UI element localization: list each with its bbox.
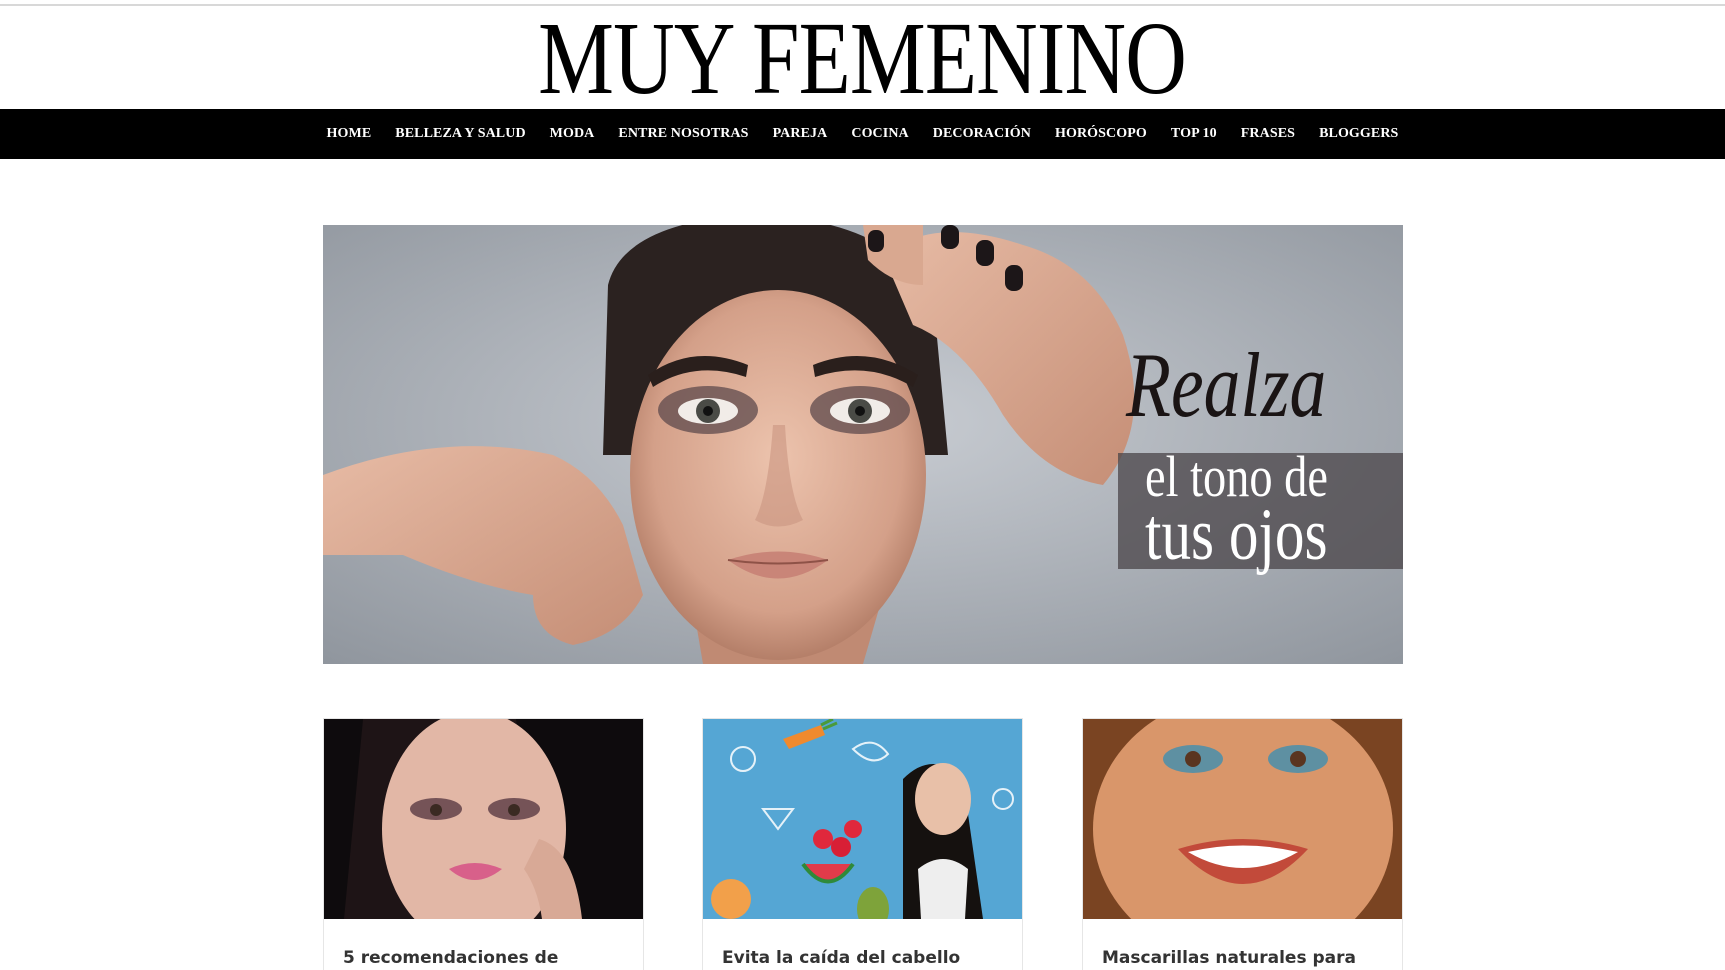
article-card[interactable]: Evita la caída del cabello [702,718,1023,970]
nav-item-top-10[interactable]: TOP 10 [1159,126,1229,142]
article-card[interactable]: 5 recomendaciones de [323,718,644,970]
article-title[interactable]: Mascarillas naturales para [1102,947,1382,969]
nav-item-horoscopo[interactable]: HORÓSCOPO [1043,126,1159,142]
nav-item-frases[interactable]: FRASES [1229,126,1307,142]
site-header: MUY FEMENINO [0,6,1725,111]
hero-line-2: tus ojos [1145,494,1328,576]
nav-item-home[interactable]: HOME [315,126,384,142]
article-card[interactable]: Mascarillas naturales para [1082,718,1403,970]
nav-item-decoracion[interactable]: DECORACIÓN [921,126,1043,142]
site-logo[interactable]: MUY FEMENINO [539,7,1188,111]
nav-menu: HOME BELLEZA Y SALUD MODA ENTRE NOSOTRAS… [0,109,1725,159]
nav-item-entre-nosotras[interactable]: ENTRE NOSOTRAS [606,126,760,142]
nav-item-belleza-y-salud[interactable]: BELLEZA Y SALUD [383,126,537,142]
nav-item-pareja[interactable]: PAREJA [761,126,840,142]
hero-banner[interactable]: Realza el tono de tus ojos [323,225,1403,664]
nav-item-cocina[interactable]: COCINA [839,126,920,142]
article-title[interactable]: 5 recomendaciones de [343,947,623,969]
article-title[interactable]: Evita la caída del cabello [722,947,1002,969]
nav-item-moda[interactable]: MODA [538,126,607,142]
hero-headline: Realza [1126,334,1327,436]
article-thumbnail[interactable] [703,719,1022,919]
main-navigation: HOME BELLEZA Y SALUD MODA ENTRE NOSOTRAS… [0,109,1725,159]
article-thumbnail[interactable] [1083,719,1402,919]
nav-item-bloggers[interactable]: BLOGGERS [1307,126,1410,142]
article-thumbnail[interactable] [324,719,643,919]
article-cards: 5 recomendaciones de Evita la caída del … [323,718,1403,970]
